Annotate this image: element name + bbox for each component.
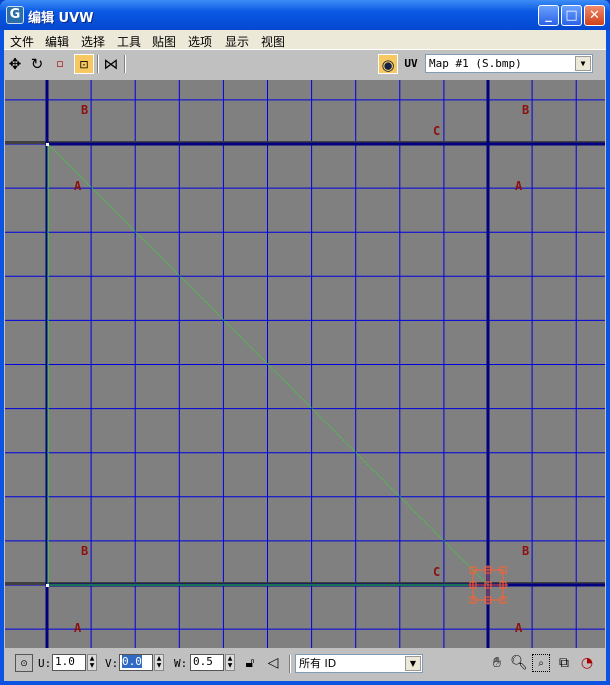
v-input[interactable]: 0.0	[119, 654, 153, 671]
uv-label: A	[74, 621, 82, 635]
window-title: 编辑 UVW	[28, 11, 94, 26]
uv-viewport[interactable]: B C B A A B C B A A	[5, 80, 605, 648]
uv-label: B	[522, 103, 529, 117]
maximize-button[interactable]: □	[561, 5, 582, 26]
v-label: V:	[105, 657, 119, 670]
menu-options[interactable]: 选项	[188, 33, 212, 50]
v-input-value: 0.0	[122, 655, 142, 668]
menu-file[interactable]: 文件	[10, 33, 34, 50]
zoom-icon[interactable]: 🔍︎	[510, 654, 528, 672]
toolbar-separator	[97, 55, 99, 73]
dropdown-arrow-icon[interactable]: ▼	[575, 56, 591, 71]
dropdown-arrow-icon[interactable]: ▼	[405, 656, 421, 671]
uv-label: B	[522, 544, 529, 558]
close-button[interactable]: ✕	[584, 5, 605, 26]
uv-label: A	[74, 179, 82, 193]
uv-label: A	[515, 179, 523, 193]
filter-icon[interactable]: ◁	[264, 654, 282, 672]
toolbar: ✥ ↻ ▫ ⊡ ⋈ ◉ UV Map #1 (S.bmp) ▼	[4, 51, 606, 78]
uv-toggle[interactable]: UV	[401, 54, 421, 74]
snap-icon[interactable]: ◔	[578, 654, 596, 672]
u-input[interactable]: 1.0	[52, 654, 86, 671]
menu-bar: 文件 编辑 选择 工具 贴图 选项 显示 视图	[4, 30, 606, 50]
absolute-offset-icon[interactable]: ⊙	[15, 654, 33, 672]
map-select-value: Map #1 (S.bmp)	[429, 57, 522, 70]
rotate-icon[interactable]: ↻	[27, 54, 47, 74]
menu-select[interactable]: 选择	[81, 33, 105, 50]
id-select-value: 所有 ID	[299, 657, 337, 670]
menu-view[interactable]: 视图	[261, 33, 285, 50]
uv-grid-canvas[interactable]: B C B A A B C B A A	[5, 80, 605, 648]
minimize-button[interactable]: _	[538, 5, 559, 26]
zoom-region-icon[interactable]: ⌕	[532, 654, 550, 672]
bottom-bar: ⊙ U: 1.0 ▲ ▼ V: 0.0 ▲ ▼ W: 0.5 ▲ ▼ 🔓︎ ◁ 所有 …	[4, 648, 606, 681]
toolbar-separator	[289, 655, 291, 673]
menu-tools[interactable]: 工具	[117, 33, 141, 50]
uv-label: B	[81, 103, 88, 117]
v-spinner[interactable]: ▲ ▼	[154, 654, 164, 671]
uv-label: B	[81, 544, 88, 558]
pan-hand-icon[interactable]: ✋︎	[488, 654, 506, 672]
scale-icon[interactable]: ▫	[50, 54, 70, 74]
w-input[interactable]: 0.5	[190, 654, 224, 671]
menu-mapping[interactable]: 贴图	[152, 33, 176, 50]
zoom-extents-icon[interactable]: ⧉	[555, 654, 573, 672]
uv-label: C	[433, 565, 440, 579]
w-spinner[interactable]: ▲ ▼	[225, 654, 235, 671]
uv-vertex	[46, 143, 49, 146]
uv-label: A	[515, 621, 523, 635]
uv-label: C	[433, 124, 440, 138]
menu-edit[interactable]: 编辑	[45, 33, 69, 50]
w-label: W:	[174, 657, 188, 670]
toolbar-separator	[124, 55, 126, 73]
menu-display[interactable]: 显示	[225, 33, 249, 50]
map-select[interactable]: Map #1 (S.bmp) ▼	[425, 54, 593, 73]
mirror-icon[interactable]: ⋈	[101, 54, 121, 74]
move-icon[interactable]: ✥	[5, 54, 25, 74]
client-area: 文件 编辑 选择 工具 贴图 选项 显示 视图 ✥ ↻ ▫ ⊡ ⋈ ◉ UV M…	[4, 30, 606, 681]
u-label: U:	[38, 657, 52, 670]
title-bar[interactable]: G 编辑 UVW _ □ ✕	[0, 0, 610, 30]
u-spinner[interactable]: ▲ ▼	[87, 654, 97, 671]
app-icon: G	[6, 6, 24, 24]
lock-icon[interactable]: 🔓︎	[241, 654, 259, 672]
show-map-icon[interactable]: ◉	[378, 54, 398, 74]
id-select[interactable]: 所有 ID ▼	[295, 654, 423, 673]
uv-vertex	[46, 584, 49, 587]
uvw-editor-window: G 编辑 UVW _ □ ✕ 文件 编辑 选择 工具 贴图 选项 显示 视图 ✥…	[0, 0, 610, 685]
freeform-mode-icon[interactable]: ⊡	[74, 54, 94, 74]
